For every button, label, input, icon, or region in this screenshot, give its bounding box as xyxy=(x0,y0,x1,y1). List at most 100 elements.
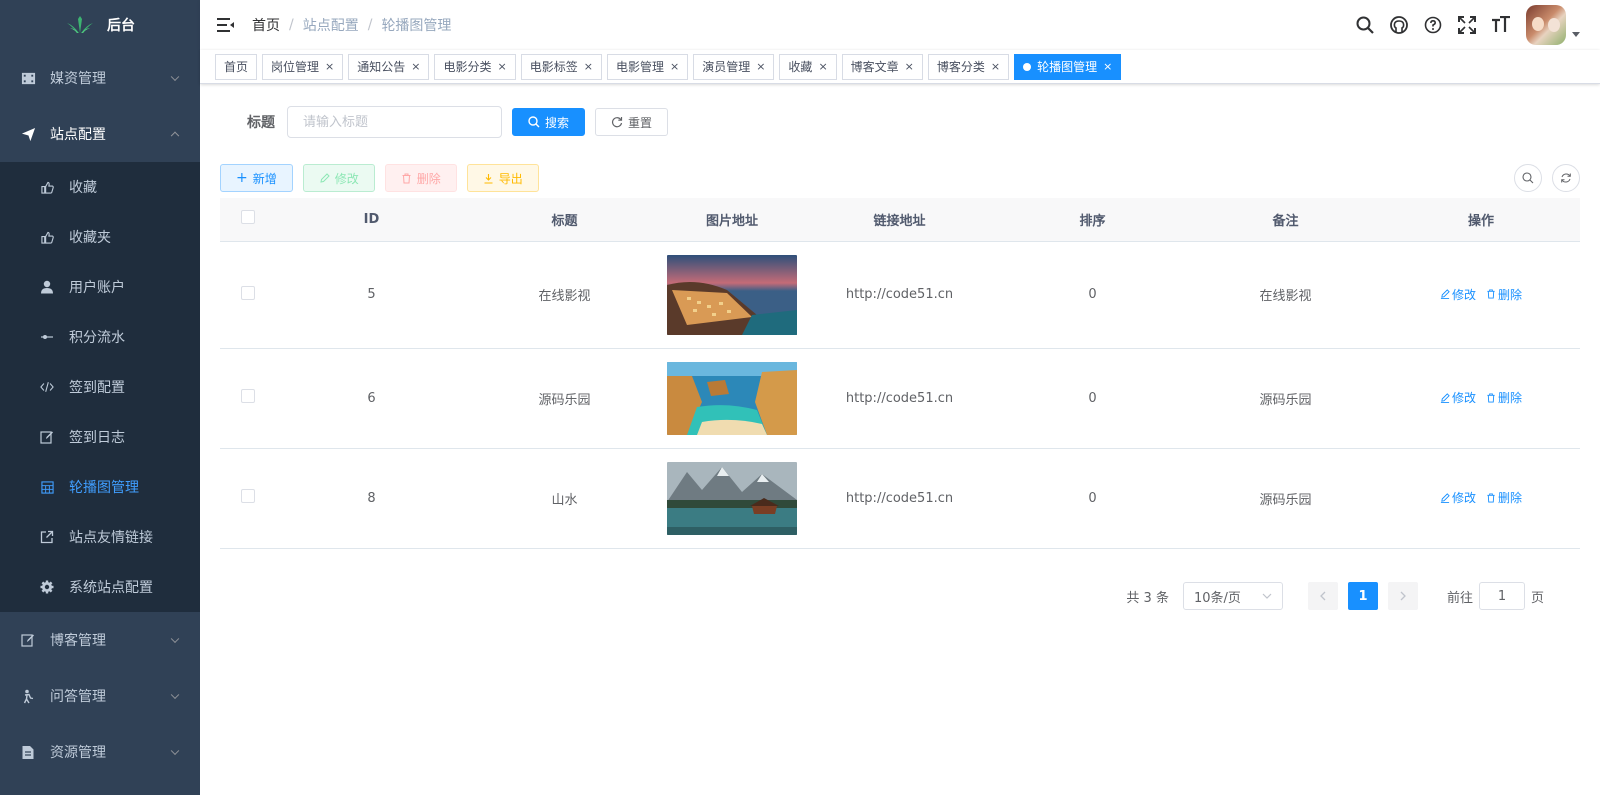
sidebar-item-label: 签到配置 xyxy=(69,380,125,396)
avatar[interactable] xyxy=(1526,5,1566,45)
tab-tag[interactable]: 通知公告 × xyxy=(348,53,430,80)
tab-tag[interactable]: 首页 xyxy=(215,53,258,80)
row-checkbox[interactable] xyxy=(220,448,275,549)
chevron-down-icon xyxy=(170,72,180,82)
goto-page-input[interactable]: 1 xyxy=(1478,582,1525,610)
chevron-left-icon xyxy=(1320,591,1326,601)
tab-tag[interactable]: 电影标签 × xyxy=(520,53,602,80)
edit-icon xyxy=(320,172,330,183)
close-icon[interactable]: × xyxy=(670,55,679,79)
row-edit-button[interactable]: 修改 xyxy=(1440,286,1476,303)
refresh-button[interactable] xyxy=(1552,164,1580,192)
edit-button-label: 修改 xyxy=(334,171,359,186)
right-menu xyxy=(1348,0,1600,50)
close-icon[interactable]: × xyxy=(411,55,420,79)
search-icon xyxy=(528,116,540,128)
close-icon[interactable]: × xyxy=(1103,55,1112,79)
menu-site-config[interactable]: 站点配置 xyxy=(0,106,200,162)
tab-tag[interactable]: 演员管理 × xyxy=(693,53,775,80)
row-delete-button[interactable]: 删除 xyxy=(1486,389,1522,406)
table-row: 5 在线影视 http://code51.cn 0 在线影视 修改 删除 xyxy=(220,241,1580,349)
row-edit-button[interactable]: 修改 xyxy=(1440,489,1476,506)
close-icon[interactable]: × xyxy=(756,55,765,79)
sidebar-item[interactable]: 积分流水 xyxy=(0,312,200,362)
sidebar-item[interactable]: 站点友情链接 xyxy=(0,512,200,562)
tab-tag[interactable]: 电影管理 × xyxy=(606,53,689,80)
tab-tag[interactable]: 岗位管理 × xyxy=(262,53,344,80)
tag-label: 轮播图管理 xyxy=(1037,59,1098,74)
help-icon[interactable] xyxy=(1416,0,1450,50)
close-icon[interactable]: × xyxy=(991,55,1000,79)
row-delete-button[interactable]: 删除 xyxy=(1486,489,1522,506)
next-page-button[interactable] xyxy=(1387,582,1418,610)
row-edit-button[interactable]: 修改 xyxy=(1440,389,1476,406)
row-checkbox[interactable] xyxy=(220,241,275,349)
font-size-icon[interactable] xyxy=(1484,0,1518,50)
tag-label: 电影分类 xyxy=(443,59,492,74)
reset-button[interactable]: 重置 xyxy=(595,108,669,136)
close-icon[interactable]: × xyxy=(498,55,507,79)
menu-doc[interactable]: 资源管理 xyxy=(0,724,200,780)
menu-person[interactable]: 问答管理 xyxy=(0,668,200,724)
github-icon[interactable] xyxy=(1382,0,1416,50)
logo[interactable]: 后台 xyxy=(0,0,200,50)
page-jumper: 前往 1 页 xyxy=(1447,582,1544,610)
close-icon[interactable]: × xyxy=(818,55,827,79)
caret-down-icon[interactable] xyxy=(1572,31,1580,37)
page-size-select[interactable]: 10条/页 xyxy=(1182,582,1283,610)
navbar: 首页 / 站点配置 / 轮播图管理 xyxy=(200,0,1600,50)
menu-label: 资源管理 xyxy=(50,745,106,761)
sidebar-item[interactable]: 签到日志 xyxy=(0,412,200,462)
menu-film[interactable]: 媒资管理 xyxy=(0,50,200,106)
delete-button[interactable]: 删除 xyxy=(384,164,457,192)
breadcrumb-home[interactable]: 首页 xyxy=(252,15,280,35)
row-checkbox[interactable] xyxy=(220,348,275,449)
hamburger-icon[interactable] xyxy=(216,15,236,35)
select-all-checkbox[interactable] xyxy=(220,198,275,242)
trash-icon xyxy=(1487,289,1495,299)
cell-image xyxy=(661,241,803,349)
add-button[interactable]: + 新增 xyxy=(220,164,293,192)
close-icon[interactable]: × xyxy=(325,55,334,79)
close-icon[interactable]: × xyxy=(905,55,914,79)
tag-label: 博客文章 xyxy=(850,59,899,74)
cell-link: http://code51.cn xyxy=(803,348,996,449)
tag-label: 收藏 xyxy=(788,59,813,74)
menu-edit[interactable]: 博客管理 xyxy=(0,612,200,668)
cell-id: 5 xyxy=(275,241,468,349)
sidebar-item[interactable]: 签到配置 xyxy=(0,362,200,412)
sidebar-item[interactable]: 收藏 xyxy=(0,162,200,212)
row-delete-button[interactable]: 删除 xyxy=(1486,286,1522,303)
menu-label: 博客管理 xyxy=(50,633,106,649)
title-input[interactable] xyxy=(287,106,502,138)
gear-icon xyxy=(40,580,54,594)
edit-button[interactable]: 修改 xyxy=(302,164,375,192)
breadcrumb: 首页 / 站点配置 / 轮播图管理 xyxy=(252,15,451,35)
toggle-search-button[interactable] xyxy=(1514,164,1542,192)
breadcrumb-site-config: 站点配置 xyxy=(302,18,359,34)
sidebar-item[interactable]: 收藏夹 xyxy=(0,212,200,262)
menu-label: 问答管理 xyxy=(50,689,106,705)
search-button[interactable]: 搜索 xyxy=(512,108,586,136)
cell-actions: 修改 删除 xyxy=(1382,241,1580,349)
tab-tag[interactable]: 博客分类 × xyxy=(927,53,1010,80)
tab-tag[interactable]: 轮播图管理 × xyxy=(1014,53,1122,80)
sidebar-item[interactable]: 系统站点配置 xyxy=(0,562,200,612)
sidebar-item-label: 积分流水 xyxy=(69,330,125,346)
table-row: 8 山水 http://code51.cn 0 源码乐园 修改 删除 xyxy=(220,448,1580,549)
prev-page-button[interactable] xyxy=(1307,582,1338,610)
tab-tag[interactable]: 博客文章 × xyxy=(841,53,923,80)
sidebar-item[interactable]: 轮播图管理 xyxy=(0,462,200,512)
tab-tag[interactable]: 电影分类 × xyxy=(434,53,516,80)
close-icon[interactable]: × xyxy=(584,55,593,79)
sidebar-item[interactable]: 用户账户 xyxy=(0,262,200,312)
tag-label: 岗位管理 xyxy=(271,59,320,74)
banner-table: ID 标题 图片地址 链接地址 排序 备注 操作 5 在线影视 http://c… xyxy=(220,198,1580,549)
page-number[interactable]: 1 xyxy=(1347,582,1378,610)
fullscreen-icon[interactable] xyxy=(1450,0,1484,50)
search-icon[interactable] xyxy=(1348,0,1382,50)
export-button[interactable]: 导出 xyxy=(466,164,539,192)
tab-tag[interactable]: 收藏 × xyxy=(779,53,837,80)
menu-label: 站点配置 xyxy=(50,127,106,143)
row-edit-label: 修改 xyxy=(1451,491,1476,506)
